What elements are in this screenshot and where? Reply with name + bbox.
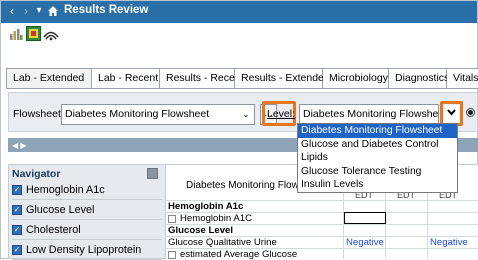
icon-toolbar <box>1 23 477 47</box>
navigator-item-label: Low Density Lipoprotein <box>26 243 142 256</box>
navigator-item-hemoglobin-a1c[interactable]: ✓ Hemoglobin A1c <box>12 180 162 200</box>
grid-row-hemoglobin-a1c[interactable]: Hemoglobin A1C <box>168 213 252 224</box>
dropdown-menu-icon[interactable]: ▾ <box>34 3 44 19</box>
flowsheet-icon[interactable] <box>26 26 41 41</box>
level-option-glucose-and-diabetes-control[interactable]: Glucose and Diabetes Control <box>298 138 457 152</box>
level-option-insulin-levels[interactable]: Insulin Levels <box>298 178 457 192</box>
level-dropdown-list: Diabetes Monitoring Flowsheet Glucose an… <box>297 123 458 193</box>
grid-row-label: Hemoglobin A1C <box>180 213 252 224</box>
checkbox-icon[interactable]: ✓ <box>12 224 22 235</box>
tab-lab-recent[interactable]: Lab - Recent <box>92 68 160 89</box>
grid-row-glucose-qualitative-urine[interactable]: Glucose Qualitative Urine <box>168 237 277 248</box>
level-select[interactable]: Diabetes Monitoring Flowsheet <box>299 104 439 125</box>
checkbox-icon[interactable]: ✓ <box>12 244 22 255</box>
chevron-down-icon <box>447 109 456 116</box>
level-label: Level: <box>267 108 296 120</box>
flowsheet-select-value: Diabetes Monitoring Flowsheet <box>65 108 210 120</box>
level-option-lipids[interactable]: Lipids <box>298 151 457 165</box>
row-checkbox[interactable] <box>168 250 176 259</box>
flowsheet-select[interactable]: Diabetes Monitoring Flowsheet ⌄ <box>61 104 255 125</box>
result-value[interactable]: Negative <box>346 237 384 248</box>
chart-icon[interactable] <box>9 27 23 41</box>
radio-dot <box>468 110 473 115</box>
home-icon[interactable] <box>47 5 59 17</box>
navigator-item-glucose-level[interactable]: ✓ Glucose Level <box>12 200 162 220</box>
checkbox-icon[interactable]: ✓ <box>12 184 22 195</box>
collapse-navigator-icon[interactable] <box>147 168 158 179</box>
level-option-diabetes-monitoring-flowsheet[interactable]: Diabetes Monitoring Flowsheet <box>298 124 457 138</box>
level-option-glucose-tolerance-testing[interactable]: Glucose Tolerance Testing <box>298 165 457 179</box>
grid-row-estimated-average-glucose[interactable]: estimated Average Glucose <box>168 249 297 260</box>
row-checkbox[interactable] <box>168 214 176 223</box>
tab-results-extended[interactable]: Results - Extended <box>235 68 330 89</box>
back-icon[interactable]: ‹ <box>6 3 18 19</box>
navigator-item-label: Hemoglobin A1c <box>26 183 105 196</box>
tab-vitals[interactable]: Vitals - <box>447 68 478 89</box>
tab-results-recent[interactable]: Results - Recent <box>160 68 244 89</box>
tab-microbiology[interactable]: Microbiology <box>323 68 389 89</box>
checkbox-icon[interactable]: ✓ <box>12 204 22 215</box>
grid-row-label: estimated Average Glucose <box>180 249 298 260</box>
tab-diagnostics[interactable]: Diagnostics <box>389 68 449 89</box>
nav-arrows-icon[interactable]: ◀ ▶ <box>12 141 27 150</box>
tab-lab-extended[interactable]: Lab - Extended <box>6 68 92 89</box>
navigator-item-label: Glucose Level <box>26 203 95 216</box>
tab-bar: Lab - Extended Lab - Recent Results - Re… <box>6 68 478 89</box>
level-dropdown-button[interactable] <box>444 105 459 122</box>
forward-icon[interactable]: › <box>20 3 32 19</box>
chevron-down-icon: ⌄ <box>242 109 250 119</box>
print-icon[interactable] <box>43 26 59 41</box>
grid-section-hemoglobin-a1c: Hemoglobin A1c <box>168 201 244 212</box>
result-value[interactable]: Negative <box>430 237 468 248</box>
grid-section-glucose-level: Glucose Level <box>168 225 234 236</box>
navigator-item-cholesterol[interactable]: ✓ Cholesterol <box>12 220 162 240</box>
navigator-item-low-density-lipoprotein[interactable]: ✓ Low Density Lipoprotein <box>12 240 162 260</box>
navigator-item-label: Cholesterol <box>26 223 81 236</box>
page-title: Results Review <box>64 4 149 16</box>
level-select-value: Diabetes Monitoring Flowsheet <box>303 108 439 120</box>
selected-cell[interactable] <box>344 212 386 224</box>
flowsheet-label: Flowsheet: <box>13 108 64 120</box>
radio-button[interactable] <box>466 108 475 117</box>
